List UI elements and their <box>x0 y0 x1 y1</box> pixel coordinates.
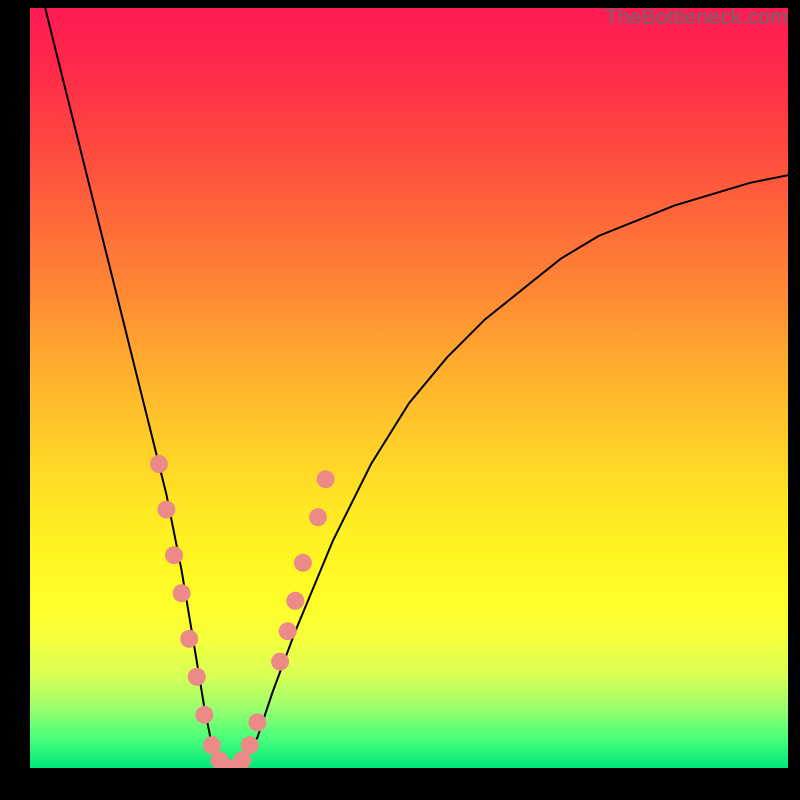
data-marker <box>271 653 289 671</box>
data-marker <box>188 668 206 686</box>
data-marker <box>279 622 297 640</box>
data-marker <box>173 584 191 602</box>
data-marker <box>165 546 183 564</box>
curve-layer <box>30 8 788 768</box>
data-marker <box>309 508 327 526</box>
data-marker <box>241 736 259 754</box>
data-marker <box>157 501 175 519</box>
data-marker <box>317 470 335 488</box>
marker-dots <box>150 455 335 768</box>
data-marker <box>180 630 198 648</box>
data-marker <box>195 706 213 724</box>
bottleneck-curve <box>45 8 788 768</box>
data-marker <box>286 592 304 610</box>
data-marker <box>248 713 266 731</box>
chart-stage: TheBottleneck.com <box>0 0 800 800</box>
watermark-text: TheBottleneck.com <box>605 6 788 30</box>
plot-area <box>30 8 788 768</box>
data-marker <box>150 455 168 473</box>
data-marker <box>294 554 312 572</box>
